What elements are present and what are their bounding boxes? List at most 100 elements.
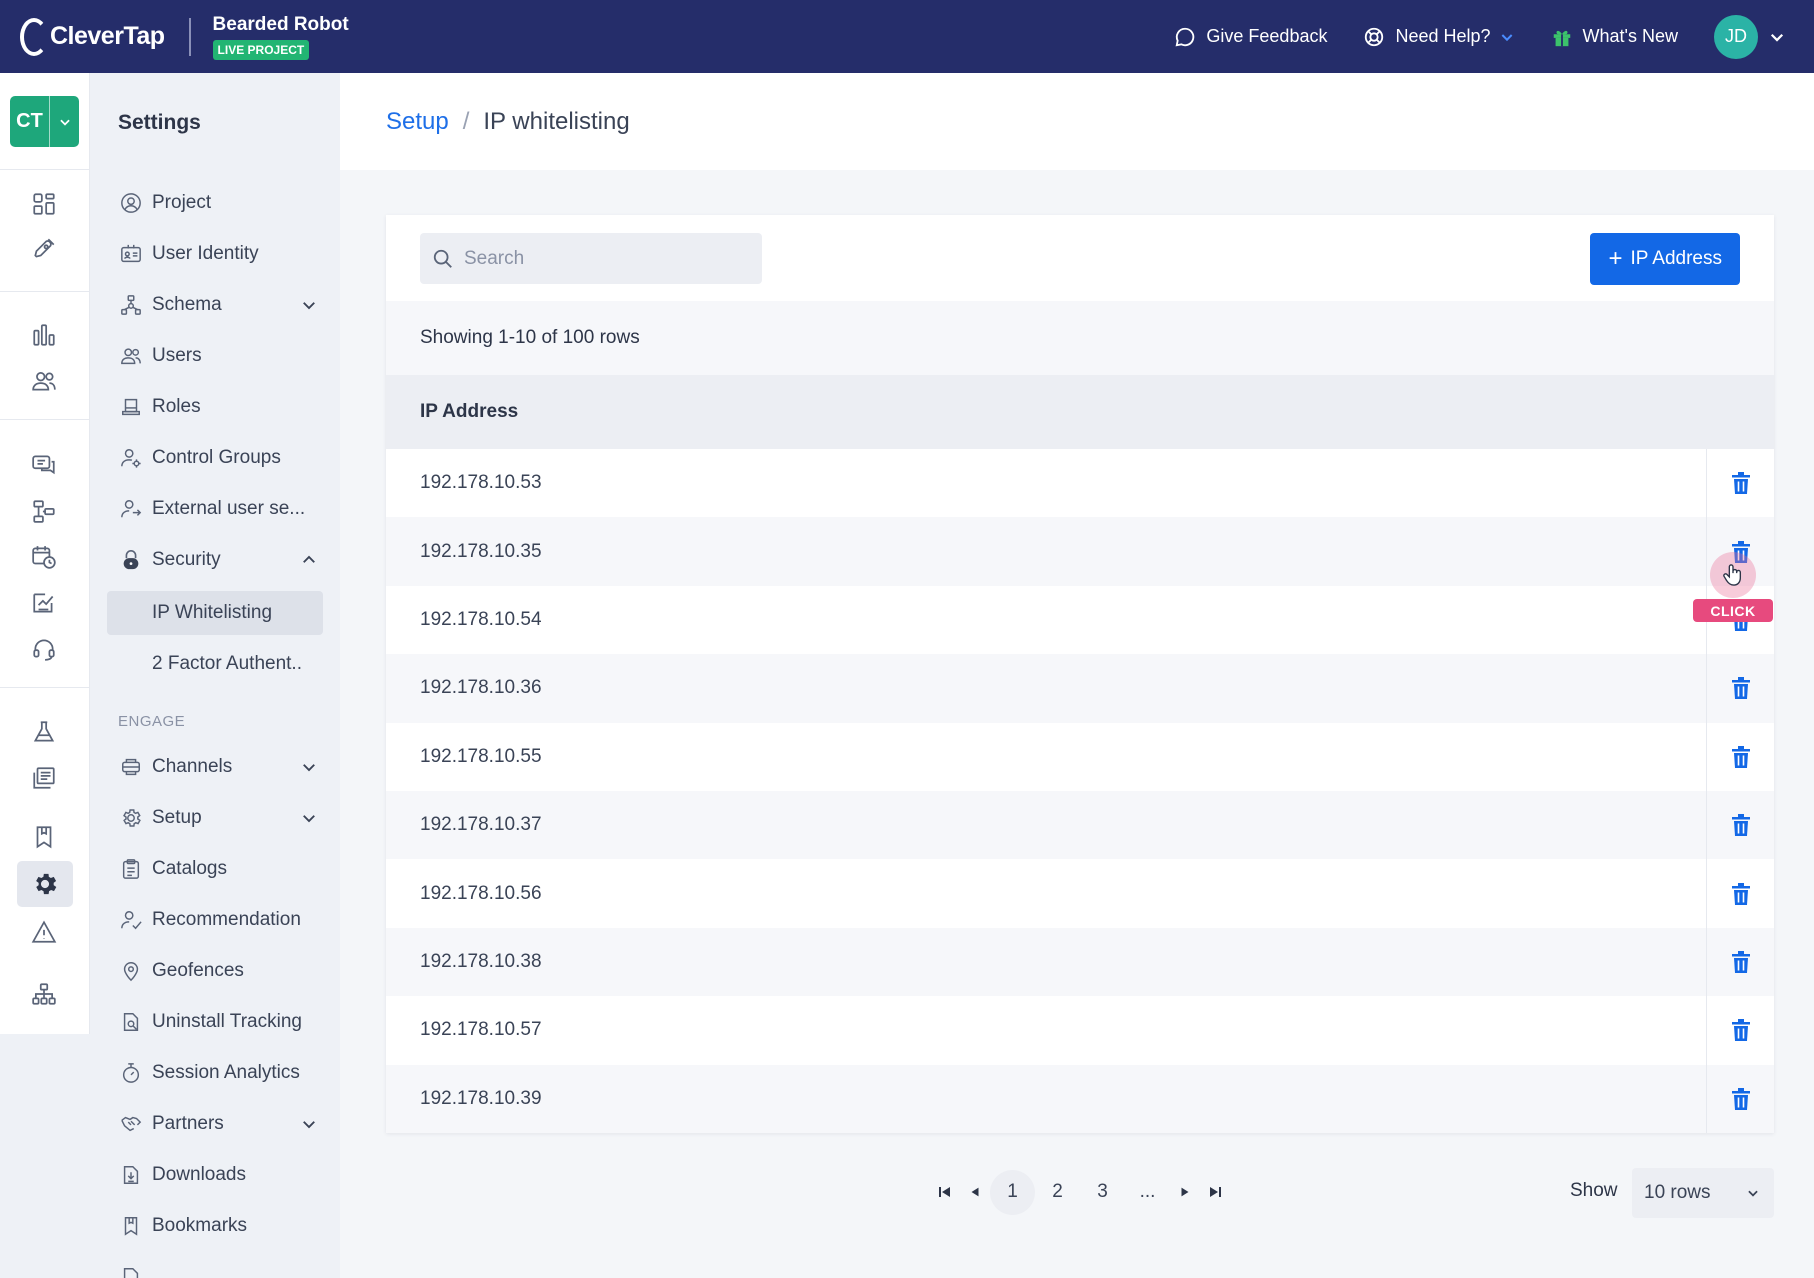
delete-button[interactable] bbox=[1706, 722, 1774, 791]
user-avatar[interactable]: JD bbox=[1714, 14, 1758, 59]
sidebar-item-label: Geofences bbox=[152, 960, 244, 981]
dashboard-icon[interactable] bbox=[25, 185, 63, 223]
chevron-down-icon bbox=[303, 302, 315, 310]
hand-pointer-icon bbox=[1723, 564, 1742, 586]
sidebar-item-users[interactable]: Users bbox=[118, 333, 328, 379]
sidebar-item-label: 2 Factor Authent.. bbox=[152, 653, 302, 674]
page-ellipsis: ... bbox=[1139, 1181, 1156, 1202]
caret-left-icon bbox=[971, 1187, 979, 1197]
project-switcher[interactable]: Bearded Robot LIVE PROJECT bbox=[212, 14, 349, 60]
live-project-badge: LIVE PROJECT bbox=[212, 39, 310, 60]
need-help-button[interactable]: Need Help? bbox=[1363, 26, 1514, 48]
table-row: 192.178.10.35 bbox=[386, 517, 1774, 586]
bookmark-icon[interactable] bbox=[25, 818, 63, 856]
product-switcher-label: CT bbox=[10, 96, 50, 147]
clipboard-icon bbox=[118, 858, 144, 880]
ip-address-cell: 192.178.10.37 bbox=[420, 814, 542, 836]
alert-icon[interactable] bbox=[25, 913, 63, 951]
sidebar-item-partners[interactable]: Partners bbox=[118, 1101, 328, 1147]
delete-button[interactable] bbox=[1706, 449, 1774, 518]
chevron-down-icon bbox=[1748, 1190, 1758, 1197]
analytics-icon[interactable] bbox=[25, 316, 63, 354]
page-button-1[interactable]: 1 bbox=[990, 1169, 1035, 1215]
top-bar: CleverTap Bearded Robot LIVE PROJECT Giv… bbox=[0, 0, 1814, 73]
sidebar-item-label: Uninstall Tracking bbox=[152, 1011, 302, 1032]
support-icon[interactable] bbox=[25, 630, 63, 668]
sidebar-item-schema[interactable]: Schema bbox=[118, 282, 328, 328]
sidebar-item-catalogs[interactable]: Catalogs bbox=[118, 846, 328, 892]
sidebar-item-project[interactable]: Project bbox=[118, 180, 328, 226]
sidebar-item-session-analytics[interactable]: Session Analytics bbox=[118, 1050, 328, 1096]
scheduled-icon[interactable] bbox=[25, 538, 63, 576]
sidebar-item-external-user[interactable]: External user se... bbox=[118, 486, 328, 532]
messages-icon[interactable] bbox=[25, 446, 63, 484]
sidebar-item-label: Schema bbox=[152, 294, 222, 315]
search-input[interactable] bbox=[464, 247, 744, 270]
sidebar-title: Settings bbox=[118, 111, 201, 134]
search-box[interactable] bbox=[420, 233, 762, 284]
prev-page-button[interactable] bbox=[960, 1185, 990, 1199]
next-page-button[interactable] bbox=[1170, 1185, 1200, 1199]
delete-button[interactable] bbox=[1706, 859, 1774, 928]
sidebar-item-control-groups[interactable]: Control Groups bbox=[118, 435, 328, 481]
product-switcher[interactable]: CT bbox=[10, 96, 79, 147]
ip-address-cell: 192.178.10.57 bbox=[420, 1019, 542, 1041]
page-button-2[interactable]: 2 bbox=[1035, 1170, 1080, 1215]
chevron-down-icon bbox=[303, 815, 315, 823]
delete-button[interactable] bbox=[1706, 790, 1774, 860]
rail-divider bbox=[0, 687, 90, 688]
download-icon bbox=[118, 1164, 144, 1186]
sidebar-item-channels[interactable]: Channels bbox=[118, 744, 328, 790]
sidebar-item-more[interactable] bbox=[118, 1254, 328, 1278]
catalog-icon[interactable] bbox=[25, 759, 63, 797]
campaigns-icon[interactable] bbox=[25, 584, 63, 622]
sidebar-item-geofences[interactable]: Geofences bbox=[118, 948, 328, 994]
table-row: 192.178.10.36 bbox=[386, 654, 1774, 723]
delete-button[interactable] bbox=[1706, 996, 1774, 1065]
sidebar-item-user-identity[interactable]: User Identity bbox=[118, 231, 328, 277]
click-label-badge: CLICK bbox=[1693, 599, 1773, 622]
ip-whitelist-card: + IP Address Showing 1-10 of 100 rows IP… bbox=[386, 215, 1774, 1133]
last-page-button[interactable] bbox=[1200, 1184, 1230, 1200]
experiments-icon[interactable] bbox=[25, 713, 63, 751]
sidebar-subitem-2fa[interactable]: 2 Factor Authent.. bbox=[107, 642, 323, 686]
breadcrumb-setup-link[interactable]: Setup bbox=[386, 108, 449, 136]
sidebar-item-downloads[interactable]: Downloads bbox=[118, 1152, 328, 1198]
segments-icon[interactable] bbox=[25, 362, 63, 400]
user-check-icon bbox=[118, 909, 144, 931]
delete-button[interactable] bbox=[1706, 1064, 1774, 1133]
account-menu-chevron-icon[interactable] bbox=[1768, 28, 1786, 46]
user-settings-icon bbox=[118, 447, 144, 469]
sidebar-item-label: Bookmarks bbox=[152, 1215, 248, 1236]
whats-new-label: What's New bbox=[1582, 26, 1678, 46]
rows-per-page-select[interactable]: 10 rows bbox=[1632, 1168, 1774, 1218]
delete-button[interactable] bbox=[1706, 927, 1774, 997]
whats-new-button[interactable]: What's New bbox=[1551, 25, 1678, 49]
first-page-icon bbox=[939, 1187, 950, 1197]
sidebar-item-bookmarks[interactable]: Bookmarks bbox=[118, 1203, 328, 1249]
sidebar-item-label: Partners bbox=[152, 1113, 224, 1134]
sidebar-item-uninstall-tracking[interactable]: Uninstall Tracking bbox=[118, 999, 328, 1045]
hierarchy-icon[interactable] bbox=[25, 975, 63, 1013]
journeys-icon[interactable] bbox=[25, 492, 63, 530]
ip-address-cell: 192.178.10.39 bbox=[420, 1087, 542, 1109]
give-feedback-button[interactable]: Give Feedback bbox=[1174, 26, 1327, 48]
id-card-icon bbox=[118, 243, 144, 265]
first-page-button[interactable] bbox=[930, 1184, 960, 1200]
sidebar-item-recommendation[interactable]: Recommendation bbox=[118, 897, 328, 943]
sidebar-item-label: Control Groups bbox=[152, 447, 281, 468]
logo-text: CleverTap bbox=[50, 22, 165, 50]
sidebar-item-roles[interactable]: Roles bbox=[118, 384, 328, 430]
channels-icon bbox=[118, 756, 144, 778]
sidebar-item-setup[interactable]: Setup bbox=[118, 795, 328, 841]
rocket-icon[interactable] bbox=[25, 230, 63, 268]
clevertap-logo[interactable]: CleverTap bbox=[20, 17, 165, 56]
settings-icon[interactable] bbox=[17, 861, 73, 907]
sidebar-item-security[interactable]: Security bbox=[118, 537, 328, 583]
add-ip-address-button[interactable]: + IP Address bbox=[1590, 233, 1740, 285]
sidebar-subitem-ip-whitelisting[interactable]: IP Whitelisting bbox=[107, 591, 323, 635]
page-title: IP whitelisting bbox=[483, 107, 630, 135]
page-header: Setup / IP whitelisting bbox=[340, 73, 1814, 170]
delete-button[interactable] bbox=[1706, 654, 1774, 723]
page-button-3[interactable]: 3 bbox=[1080, 1170, 1125, 1215]
